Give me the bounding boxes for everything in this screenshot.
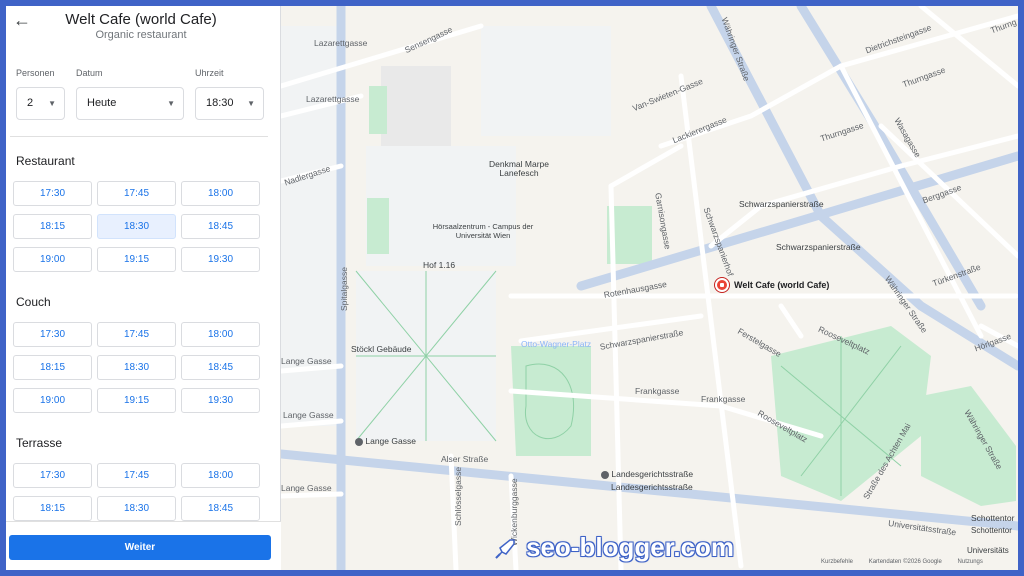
persons-select[interactable]: 2 ▼: [16, 87, 65, 120]
map-label: Lange Gasse: [353, 436, 416, 446]
map-label: Lange Gasse: [283, 410, 334, 420]
keyboard-shortcuts-link[interactable]: Kurzbefehle: [821, 559, 853, 565]
time-slot-button[interactable]: 18:15: [13, 355, 92, 380]
map-label: Universitäts: [967, 546, 1009, 555]
map-label: Hof 1.16: [423, 260, 456, 270]
map-label: Schlösselgasse: [453, 466, 463, 526]
watermark-text: seo-blogger.com: [526, 532, 735, 562]
time-slot-button[interactable]: 17:30: [13, 463, 92, 488]
map-label: Landesgerichtsstraße: [611, 482, 693, 492]
persons-value: 2: [27, 97, 34, 109]
time-slot-button[interactable]: 18:15: [13, 214, 92, 239]
map-label: Frankgasse: [635, 386, 680, 396]
map-view[interactable]: Lazarettgasse Lazarettgasse Sensengasse …: [281, 6, 1018, 570]
time-slot-button[interactable]: 17:45: [97, 181, 176, 206]
time-slot-button[interactable]: 18:15: [13, 496, 92, 521]
time-slot-button[interactable]: 18:00: [181, 181, 260, 206]
poi-label[interactable]: Welt Cafe (world Cafe): [734, 280, 829, 290]
page-title: Welt Cafe (world Cafe): [65, 11, 217, 28]
time-slot-button[interactable]: 19:00: [13, 247, 92, 272]
map-label: Denkmal Marpe Lanefesch: [489, 159, 549, 178]
section-heading: Terrasse: [16, 436, 63, 450]
date-select[interactable]: Heute ▼: [76, 87, 184, 120]
time-select[interactable]: 18:30 ▼: [195, 87, 264, 120]
section-heading: Couch: [16, 295, 51, 309]
transit-icon: [601, 470, 609, 479]
time-slot-button[interactable]: 19:15: [97, 247, 176, 272]
time-slot-button[interactable]: 18:30: [97, 496, 176, 521]
chevron-down-icon: ▼: [48, 99, 56, 108]
time-label: Uhrzeit: [195, 68, 224, 78]
time-slot-button[interactable]: 18:30: [97, 214, 176, 239]
map-label: Schottentor: [971, 526, 1012, 535]
map-label: Frankgasse: [701, 394, 746, 404]
restaurant-pin-icon[interactable]: [715, 278, 729, 292]
time-slot-button[interactable]: 17:45: [97, 322, 176, 347]
chevron-down-icon: ▼: [167, 99, 175, 108]
map-label: Lazarettgasse: [306, 94, 360, 104]
map-label: Lazarettgasse: [314, 38, 368, 48]
map-label: Schwarzspanierstraße: [776, 242, 861, 252]
time-slot-button[interactable]: 19:15: [97, 388, 176, 413]
date-value: Heute: [87, 97, 117, 109]
time-slot-button[interactable]: 18:45: [181, 355, 260, 380]
map-label: Lange Gasse: [281, 356, 332, 366]
time-slot-button[interactable]: 18:45: [181, 214, 260, 239]
map-label: Alser Straße: [441, 454, 489, 464]
transit-icon: [355, 437, 363, 446]
time-slot-button[interactable]: 17:30: [13, 322, 92, 347]
map-label: Stöckl Gebäude: [351, 344, 412, 354]
continue-button[interactable]: Weiter: [9, 535, 271, 560]
rocket-logo-icon: [495, 539, 515, 559]
time-slot-button[interactable]: 18:00: [181, 322, 260, 347]
time-slot-button[interactable]: 17:45: [97, 463, 176, 488]
terms-link[interactable]: Nutzungs: [958, 559, 983, 565]
back-arrow-icon[interactable]: ←: [12, 10, 32, 30]
map-data-credit: Kartendaten ©2026 Google: [868, 559, 942, 565]
time-slot-button[interactable]: 19:30: [181, 388, 260, 413]
screenshot-frame: ← Welt Cafe (world Cafe) Organic restaur…: [6, 6, 1018, 570]
persons-label: Personen: [16, 68, 55, 78]
time-slot-button[interactable]: 17:30: [13, 181, 92, 206]
time-slot-button[interactable]: 18:45: [181, 496, 260, 521]
time-value: 18:30: [206, 97, 234, 109]
map-label-text: Landesgerichtsstraße: [611, 469, 694, 479]
map-label-text: Lange Gasse: [365, 436, 416, 446]
date-label: Datum: [76, 68, 103, 78]
map-label: Otto-Wagner-Platz: [521, 339, 592, 349]
map-label: Schottentor: [971, 513, 1015, 523]
time-slot-button[interactable]: 19:00: [13, 388, 92, 413]
panel-header: ← Welt Cafe (world Cafe) Organic restaur…: [6, 6, 281, 46]
chevron-down-icon: ▼: [247, 99, 255, 108]
reservation-panel: ← Welt Cafe (world Cafe) Organic restaur…: [6, 6, 281, 570]
time-slot-button[interactable]: 19:30: [181, 247, 260, 272]
page-subtitle: Organic restaurant: [95, 29, 187, 41]
map-credits: Kurzbefehle Kartendaten ©2026 Google Nut…: [821, 559, 997, 565]
time-slot-button[interactable]: 18:00: [181, 463, 260, 488]
divider: [10, 136, 268, 137]
map-label: Hörsaalzentrum - Campus der Universität …: [432, 222, 534, 240]
map-label: Landesgerichtsstraße: [599, 469, 693, 479]
time-slot-button[interactable]: 18:30: [97, 355, 176, 380]
map-label: Spitalgasse: [339, 267, 349, 311]
map-label: Schwarzspanierstraße: [739, 199, 824, 209]
section-heading: Restaurant: [16, 154, 75, 168]
map-label: Lange Gasse: [281, 483, 332, 493]
